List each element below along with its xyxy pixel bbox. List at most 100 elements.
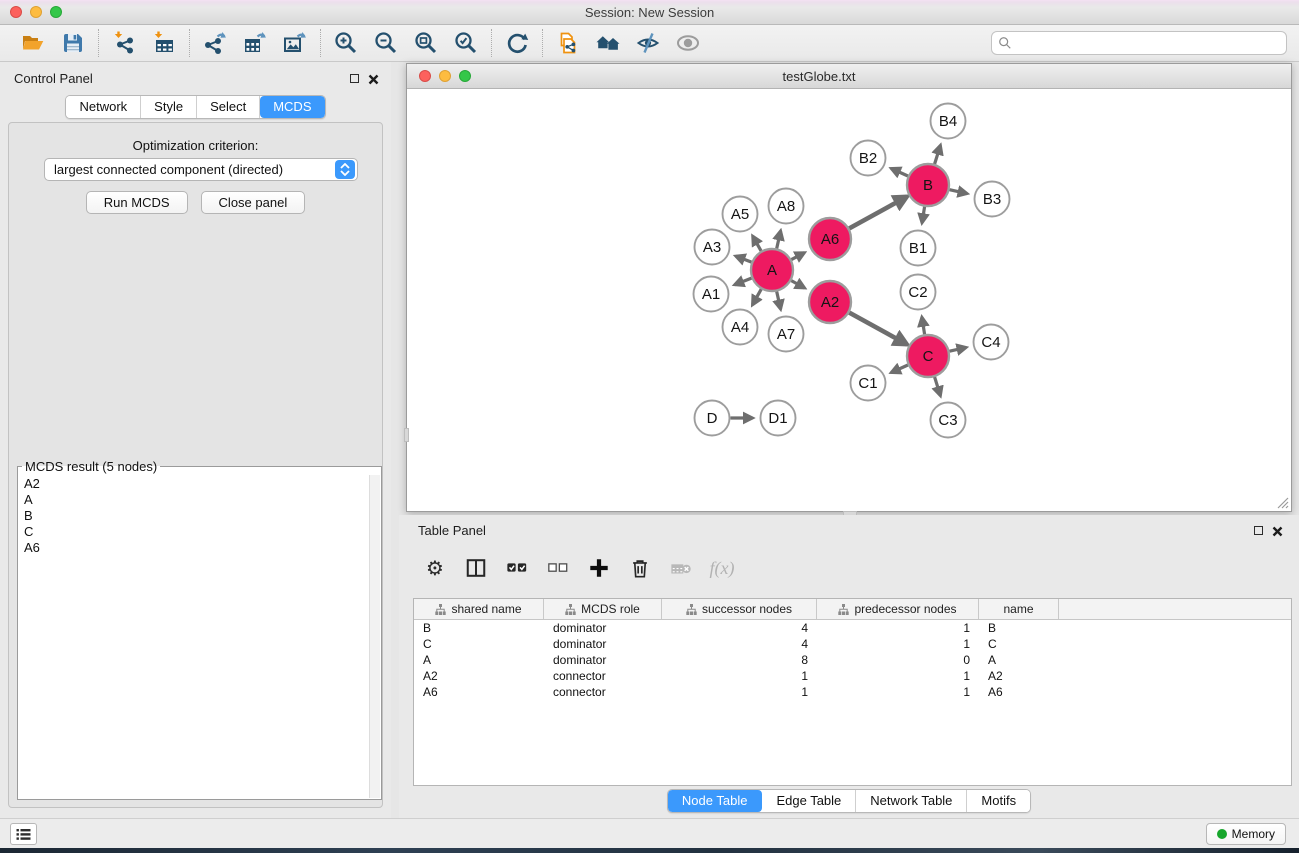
column-header-shared-name[interactable]: shared name	[414, 599, 544, 619]
table-row[interactable]: A6connector11A6	[414, 684, 1291, 700]
graph-node-B3[interactable]: B3	[975, 182, 1010, 217]
select-all-button[interactable]	[504, 555, 530, 581]
column-header-MCDS-role[interactable]: MCDS role	[544, 599, 662, 619]
zoom-in-button[interactable]	[329, 28, 363, 58]
graph-node-C4[interactable]: C4	[974, 325, 1009, 360]
close-window-button[interactable]	[10, 6, 22, 18]
settings-button[interactable]: ⚙	[422, 555, 448, 581]
graph-node-C1[interactable]: C1	[851, 366, 886, 401]
graph-node-A7[interactable]: A7	[769, 317, 804, 352]
network-maximize-button[interactable]	[459, 70, 471, 82]
refresh-button[interactable]	[500, 28, 534, 58]
graph-edge-B-B4[interactable]	[935, 145, 941, 164]
zoom-fit-button[interactable]	[409, 28, 443, 58]
graph-node-A8[interactable]: A8	[769, 189, 804, 224]
add-row-button[interactable]	[586, 555, 612, 581]
float-table-panel-icon[interactable]	[1254, 526, 1263, 535]
graph-edge-A-A4[interactable]	[753, 289, 762, 305]
graph-node-A[interactable]: A	[751, 249, 793, 291]
graph-edge-A-A1[interactable]	[735, 278, 752, 285]
table-row[interactable]: A2connector11A2	[414, 668, 1291, 684]
graph-edge-A-A6[interactable]	[791, 253, 804, 260]
graph-node-D1[interactable]: D1	[761, 401, 796, 436]
graph-node-C2[interactable]: C2	[901, 275, 936, 310]
close-panel-icon[interactable]	[368, 73, 379, 84]
memory-button[interactable]: Memory	[1206, 823, 1286, 845]
vertical-splitter-handle[interactable]	[404, 428, 409, 442]
hide-graphics-button[interactable]	[631, 28, 665, 58]
zoom-selected-button[interactable]	[449, 28, 483, 58]
export-table-button[interactable]	[238, 28, 272, 58]
graph-node-A2[interactable]: A2	[809, 281, 851, 323]
graph-edge-C-C1[interactable]	[891, 365, 908, 373]
graph-edge-C-C4[interactable]	[950, 348, 967, 352]
home-button[interactable]	[591, 28, 625, 58]
open-session-button[interactable]	[16, 28, 50, 58]
graph-node-D[interactable]: D	[695, 401, 730, 436]
deselect-all-button[interactable]	[545, 555, 571, 581]
graph-node-B[interactable]: B	[907, 164, 949, 206]
tab-edge-table[interactable]: Edge Table	[762, 790, 856, 812]
graph-node-B2[interactable]: B2	[851, 141, 886, 176]
mcds-result-item[interactable]: A2	[24, 476, 369, 492]
birds-eye-button[interactable]	[671, 28, 705, 58]
table-row[interactable]: Bdominator41B	[414, 620, 1291, 636]
search-box[interactable]	[991, 31, 1287, 55]
maximize-window-button[interactable]	[50, 6, 62, 18]
tab-node-table[interactable]: Node Table	[668, 790, 763, 812]
export-network-button[interactable]	[198, 28, 232, 58]
minimize-window-button[interactable]	[30, 6, 42, 18]
graph-node-A3[interactable]: A3	[695, 230, 730, 265]
graph-edge-C-C2[interactable]	[922, 317, 925, 334]
graph-edge-B-B2[interactable]	[891, 169, 908, 177]
mcds-result-item[interactable]: C	[24, 524, 369, 540]
import-table-button[interactable]	[147, 28, 181, 58]
search-input[interactable]	[1016, 36, 1280, 50]
graph-node-C3[interactable]: C3	[931, 403, 966, 438]
tab-motifs[interactable]: Motifs	[967, 790, 1030, 812]
zoom-out-button[interactable]	[369, 28, 403, 58]
mcds-result-item[interactable]: A6	[24, 540, 369, 556]
column-header-successor-nodes[interactable]: successor nodes	[662, 599, 817, 619]
network-window-titlebar[interactable]: testGlobe.txt	[407, 64, 1291, 89]
task-history-button[interactable]	[10, 823, 37, 845]
graph-edge-B-B1[interactable]	[922, 207, 925, 223]
optimization-criterion-select[interactable]: largest connected component (directed)	[44, 158, 358, 181]
graph-edge-A2-C[interactable]	[849, 313, 907, 345]
run-mcds-button[interactable]: Run MCDS	[86, 191, 188, 214]
network-canvas[interactable]: B4B2BB3A8A5A6A3B1AC2A1A2A4A7C4CC1DD1C3	[407, 89, 1291, 511]
resize-grip-icon[interactable]	[1275, 495, 1289, 509]
import-network-button[interactable]	[107, 28, 141, 58]
copy-network-button[interactable]	[551, 28, 585, 58]
mcds-result-item[interactable]: A	[24, 492, 369, 508]
tab-select[interactable]: Select	[197, 96, 260, 118]
save-session-button[interactable]	[56, 28, 90, 58]
network-minimize-button[interactable]	[439, 70, 451, 82]
result-scrollbar[interactable]	[369, 475, 380, 798]
graph-edge-B-B3[interactable]	[950, 190, 968, 194]
export-image-button[interactable]	[278, 28, 312, 58]
close-panel-button[interactable]: Close panel	[201, 191, 306, 214]
graph-edge-C-C3[interactable]	[935, 377, 941, 396]
graph-node-A6[interactable]: A6	[809, 218, 851, 260]
graph-node-C[interactable]: C	[907, 335, 949, 377]
table-row[interactable]: Adominator80A	[414, 652, 1291, 668]
table-row[interactable]: Cdominator41C	[414, 636, 1291, 652]
graph-edge-A-A5[interactable]	[753, 236, 761, 251]
graph-node-B1[interactable]: B1	[901, 231, 936, 266]
mcds-result-item[interactable]: B	[24, 508, 369, 524]
graph-node-A1[interactable]: A1	[694, 277, 729, 312]
column-header-predecessor-nodes[interactable]: predecessor nodes	[817, 599, 979, 619]
delete-row-button[interactable]	[627, 555, 653, 581]
graph-edge-A-A8[interactable]	[777, 231, 781, 249]
close-table-panel-icon[interactable]	[1272, 525, 1283, 536]
graph-edge-A6-B[interactable]	[849, 197, 907, 229]
tab-network-table[interactable]: Network Table	[856, 790, 967, 812]
graph-edge-A-A2[interactable]	[791, 281, 804, 288]
float-panel-icon[interactable]	[350, 74, 359, 83]
network-close-button[interactable]	[419, 70, 431, 82]
graph-node-A5[interactable]: A5	[723, 197, 758, 232]
graph-edge-A-A7[interactable]	[777, 292, 781, 310]
tab-mcds[interactable]: MCDS	[260, 96, 324, 118]
columns-button[interactable]	[463, 555, 489, 581]
